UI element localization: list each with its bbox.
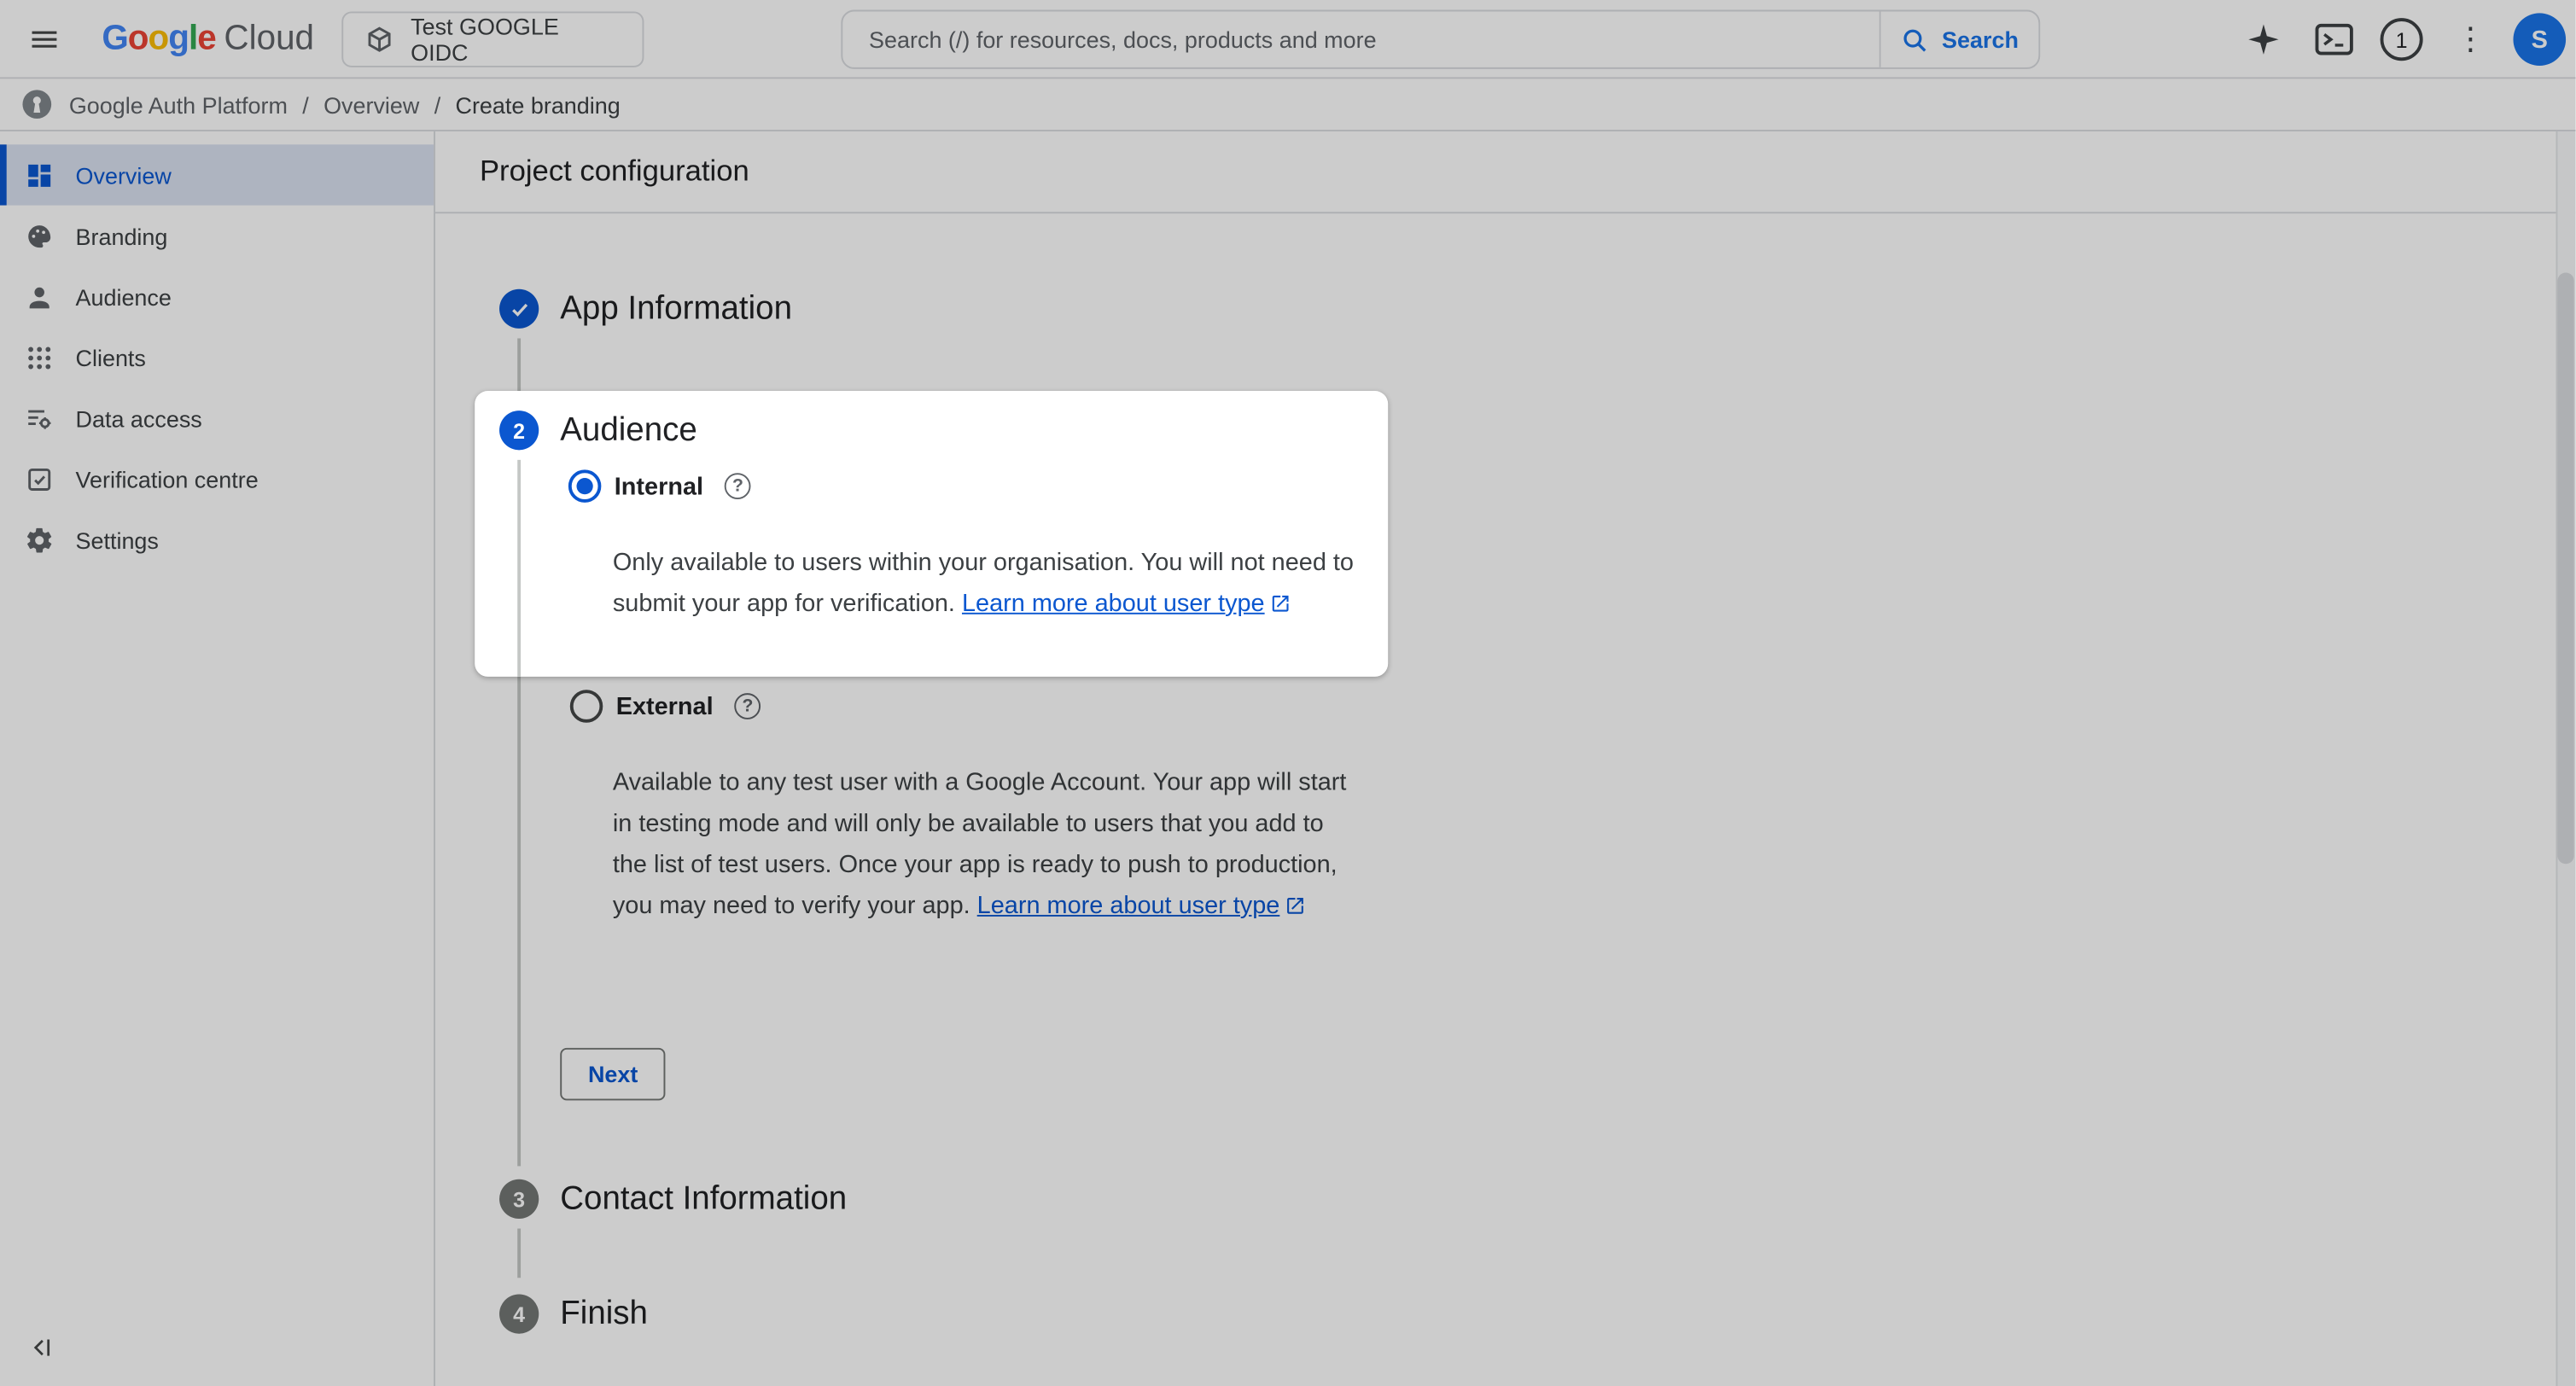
palette-icon — [25, 221, 55, 251]
sidebar-item-label: Overview — [76, 162, 172, 189]
project-name: Test GOOGLE OIDC — [411, 13, 621, 66]
sidebar: Overview Branding Audience Clients — [0, 131, 435, 1386]
google-cloud-logo: Google Cloud — [102, 0, 314, 79]
logo-letter: l — [189, 20, 197, 59]
list-settings-icon — [25, 403, 55, 433]
sidebar-item-clients[interactable]: Clients — [0, 327, 434, 387]
verified-check-icon — [25, 464, 55, 494]
top-bar: Google Cloud Test GOOGLE OIDC Search — [0, 0, 2576, 79]
external-option-row[interactable]: External ? — [570, 686, 761, 725]
stepper-connector — [517, 677, 521, 1167]
sidebar-item-data-access[interactable]: Data access — [0, 387, 434, 448]
breadcrumb-separator: / — [302, 91, 308, 118]
step-label: Audience — [560, 411, 697, 449]
step-contact-information: 3 Contact Information — [499, 1176, 847, 1222]
main-content: Project configuration App Information 2 … — [435, 131, 2576, 1386]
step-finish: 4 Finish — [499, 1291, 648, 1337]
avatar-initial: S — [2532, 26, 2548, 54]
search-input[interactable] — [842, 11, 1879, 67]
step-complete-check-icon — [499, 289, 539, 329]
step-audience: 2 Audience — [499, 407, 697, 453]
account-avatar[interactable]: S — [2513, 13, 2566, 66]
stepper-connector — [517, 1229, 521, 1278]
scrollbar-thumb[interactable] — [2557, 272, 2573, 864]
stepper-connector — [517, 460, 521, 677]
overview-icon — [25, 160, 55, 190]
sidebar-item-settings[interactable]: Settings — [0, 510, 434, 570]
sidebar-item-branding[interactable]: Branding — [0, 206, 434, 266]
learn-more-link[interactable]: Learn more about user type — [962, 590, 1265, 618]
gear-icon — [25, 525, 55, 555]
sidebar-item-audience[interactable]: Audience — [0, 266, 434, 327]
step-label: App Information — [560, 290, 792, 328]
sidebar-item-label: Clients — [76, 344, 146, 370]
gemini-sparkle-icon[interactable] — [2244, 21, 2283, 57]
breadcrumb-separator: / — [434, 91, 440, 118]
help-icon[interactable]: ? — [725, 473, 751, 499]
open-in-new-icon — [1269, 586, 1291, 627]
project-selector[interactable]: Test GOOGLE OIDC — [341, 11, 644, 67]
logo-cloud-text: Cloud — [224, 20, 314, 59]
step-label: Contact Information — [560, 1180, 847, 1218]
help-icon[interactable]: ? — [735, 693, 761, 719]
page-title: Project configuration — [480, 154, 749, 189]
step-badge: 2 — [499, 411, 539, 450]
stepper-connector — [517, 338, 521, 391]
step-badge: 3 — [499, 1179, 539, 1219]
breadcrumb-item-current: Create branding — [456, 91, 621, 118]
sidebar-item-label: Data access — [76, 405, 202, 431]
learn-more-link[interactable]: Learn more about user type — [977, 892, 1280, 920]
external-description: Available to any test user with a Google… — [613, 762, 1355, 929]
google-cloud-console: Google Cloud Test GOOGLE OIDC Search — [0, 0, 2576, 1386]
search-button[interactable]: Search — [1880, 11, 2039, 67]
external-radio-label: External — [616, 692, 714, 720]
step-badge: 4 — [499, 1295, 539, 1334]
step-label: Finish — [560, 1295, 648, 1332]
overflow-menu-icon[interactable]: ⋮ — [2459, 20, 2482, 59]
scrollbar-track[interactable] — [2556, 131, 2576, 1386]
search-box: Search — [841, 10, 2040, 69]
step-app-information: App Information — [499, 286, 792, 332]
google-auth-platform-icon — [20, 87, 54, 121]
logo-letter: G — [102, 20, 127, 59]
sidebar-item-overview[interactable]: Overview — [0, 144, 434, 205]
breadcrumb-item[interactable]: Overview — [323, 91, 419, 118]
sidebar-item-verification-centre[interactable]: Verification centre — [0, 448, 434, 509]
hamburger-menu-icon[interactable] — [23, 20, 66, 59]
notifications-badge[interactable]: 1 — [2381, 18, 2423, 61]
audience-spotlight-card: 2 Audience Internal ? Only available to … — [475, 391, 1388, 677]
page-header: Project configuration — [435, 131, 2576, 213]
external-radio[interactable] — [570, 690, 603, 722]
internal-description: Only available to users within your orga… — [613, 542, 1355, 627]
cloud-shell-icon[interactable] — [2315, 23, 2354, 55]
breadcrumb: Google Auth Platform / Overview / Create… — [0, 79, 2576, 131]
internal-radio[interactable] — [568, 469, 601, 502]
apps-grid-icon — [25, 342, 55, 372]
search-button-label: Search — [1942, 26, 2019, 53]
sidebar-item-label: Verification centre — [76, 466, 259, 492]
sidebar-item-label: Settings — [76, 527, 159, 553]
logo-letter: e — [197, 20, 216, 59]
collapse-nav-icon[interactable] — [20, 1327, 59, 1366]
logo-letter: o — [128, 20, 149, 59]
open-in-new-icon — [1285, 888, 1306, 929]
internal-radio-label: Internal — [615, 472, 703, 500]
project-icon — [364, 25, 394, 55]
person-icon — [25, 282, 55, 312]
logo-letter: g — [168, 20, 189, 59]
notification-count: 1 — [2396, 27, 2408, 52]
logo-letter: o — [149, 20, 169, 59]
search-icon — [1901, 26, 1929, 54]
next-button[interactable]: Next — [560, 1048, 666, 1101]
sidebar-item-label: Branding — [76, 223, 168, 249]
sidebar-item-label: Audience — [76, 283, 172, 310]
internal-option-row[interactable]: Internal ? — [568, 467, 751, 506]
breadcrumb-item[interactable]: Google Auth Platform — [69, 91, 288, 118]
